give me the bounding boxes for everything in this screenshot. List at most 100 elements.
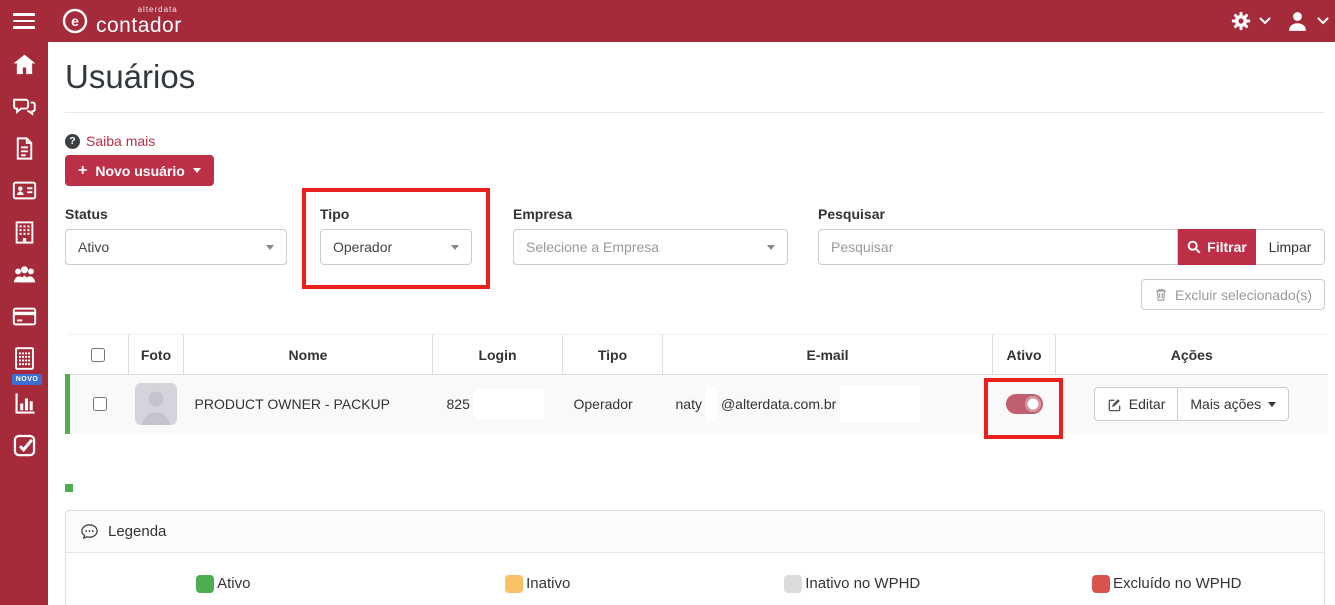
table-header-row: Foto Nome Login Tipo E-mail Ativo Ações — [67, 334, 1328, 375]
sidebar-item-documents[interactable] — [11, 135, 38, 162]
status-select[interactable]: Ativo — [65, 229, 287, 265]
topbar: e alterdata contador — [0, 0, 1335, 42]
row-email-user: naty — [675, 396, 702, 413]
header-acoes: Ações — [1055, 334, 1328, 375]
edit-icon — [1108, 398, 1121, 411]
search-group: Filtrar Limpar — [818, 229, 1325, 265]
sidebar-item-billing[interactable] — [11, 303, 38, 330]
legend-item-ativo: Ativo — [66, 574, 381, 593]
row-select-cell — [65, 374, 129, 434]
pesquisar-label: Pesquisar — [818, 206, 885, 222]
svg-text:e: e — [71, 13, 79, 29]
novo-badge: NOVO — [11, 374, 43, 385]
trash-icon — [1156, 289, 1166, 301]
status-marker — [65, 483, 73, 492]
status-label: Status — [65, 206, 108, 222]
comments-icon — [12, 98, 36, 116]
bulk-actions-row: Excluir selecionado(s) — [65, 279, 1325, 310]
topbar-actions — [1226, 5, 1335, 38]
header-email: E-mail — [662, 334, 993, 375]
select-all-header — [67, 334, 129, 375]
search-icon — [1187, 240, 1201, 254]
row-nome: PRODUCT OWNER - PACKUP — [194, 396, 391, 413]
row-acoes-cell: Editar Mais ações — [1056, 375, 1328, 434]
users-table: Foto Nome Login Tipo E-mail Ativo Ações — [65, 334, 1328, 434]
sidebar-item-users[interactable] — [11, 261, 38, 288]
saiba-mais-label: Saiba mais — [86, 133, 156, 149]
logo-text: alterdata contador — [96, 5, 182, 37]
caret-down-icon — [451, 244, 459, 250]
question-circle-icon: ? — [65, 133, 80, 149]
row-foto-cell — [129, 375, 184, 434]
filter-status: Status Ativo — [65, 206, 287, 265]
select-all-checkbox[interactable] — [91, 347, 106, 362]
tipo-select[interactable]: Operador — [320, 229, 472, 265]
search-input[interactable] — [818, 229, 1178, 265]
sidebar-item-home[interactable] — [11, 51, 38, 78]
home-icon — [13, 54, 35, 75]
filtrar-button[interactable]: Filtrar — [1178, 229, 1256, 265]
header-foto: Foto — [128, 334, 184, 375]
logo-contador: contador — [96, 14, 182, 37]
title-divider — [65, 112, 1325, 113]
redaction-box — [705, 387, 717, 422]
document-icon — [16, 137, 32, 160]
legend-item-inativo-wphd: Inativo no WPHD — [695, 574, 1010, 593]
excluir-label: Excluir selecionado(s) — [1175, 286, 1312, 303]
sidebar-item-calculator[interactable] — [11, 345, 38, 372]
header-login: Login — [432, 334, 563, 375]
user-icon — [1289, 11, 1306, 31]
toggle-knob — [1024, 396, 1041, 413]
legend-label: Ativo — [217, 575, 251, 592]
sidebar: NOVO — [0, 42, 48, 605]
row-tipo: Operador — [573, 396, 633, 413]
sidebar-item-reports[interactable] — [11, 390, 38, 417]
novo-usuario-button[interactable]: + Novo usuário — [65, 155, 214, 186]
saiba-mais-link[interactable]: ? Saiba mais — [65, 133, 155, 149]
check-square-icon — [13, 434, 35, 457]
menu-icon[interactable] — [0, 0, 48, 42]
app-page: e alterdata contador NOVO Usuários ? Sai… — [0, 0, 1335, 605]
bar-chart-icon — [15, 393, 35, 414]
legend-body: Ativo Inativo Inativo no WPHD Excluído n… — [66, 553, 1324, 605]
limpar-button[interactable]: Limpar — [1256, 229, 1325, 265]
legend-swatch-ativo — [196, 574, 215, 593]
legend-label: Inativo — [526, 575, 571, 592]
mais-acoes-label: Mais ações — [1190, 396, 1262, 413]
header-tipo: Tipo — [562, 334, 663, 375]
legend-swatch-inativo — [505, 574, 524, 593]
brand-logo[interactable]: e alterdata contador — [62, 6, 182, 36]
legend-swatch-inativo-wphd — [784, 574, 803, 593]
chevron-down-icon — [1317, 17, 1329, 25]
editar-button[interactable]: Editar — [1093, 387, 1179, 422]
legend-title: Legenda — [108, 522, 167, 540]
plus-icon: + — [78, 161, 88, 179]
sidebar-item-companies[interactable] — [11, 219, 38, 246]
page-title: Usuários — [65, 58, 196, 95]
user-menu-button[interactable] — [1281, 5, 1333, 38]
empresa-select[interactable]: Selecione a Empresa — [513, 229, 788, 265]
sidebar-item-contacts[interactable] — [11, 177, 38, 204]
editar-label: Editar — [1128, 396, 1166, 413]
row-email-domain: @alterdata.com.br — [720, 396, 837, 413]
calculator-icon — [14, 347, 34, 370]
sidebar-item-tasks[interactable] — [11, 432, 38, 459]
table-row: PRODUCT OWNER - PACKUP 825 Operador naty… — [65, 374, 1328, 434]
logo-alterdata: alterdata — [137, 5, 178, 14]
row-checkbox[interactable] — [92, 397, 107, 412]
caret-down-icon — [767, 244, 775, 250]
legend-swatch-excluido-wphd — [1092, 574, 1111, 593]
excluir-selecionados-button[interactable]: Excluir selecionado(s) — [1141, 279, 1325, 310]
chevron-down-icon — [1259, 17, 1271, 25]
legend-item-excluido-wphd: Excluído no WPHD — [1010, 574, 1325, 593]
redaction-box — [473, 389, 544, 420]
ativo-toggle[interactable] — [1005, 394, 1043, 415]
filter-pesquisar: Pesquisar Filtrar Limpar — [818, 206, 1325, 265]
novo-usuario-label: Novo usuário — [95, 162, 185, 179]
settings-menu-button[interactable] — [1226, 6, 1275, 36]
caret-down-icon — [192, 168, 201, 173]
sidebar-item-messages[interactable] — [11, 93, 38, 120]
mais-acoes-button[interactable]: Mais ações — [1177, 387, 1290, 422]
logo-e-icon: e — [62, 8, 88, 34]
row-email-cell: naty @alterdata.com.br — [663, 375, 993, 434]
